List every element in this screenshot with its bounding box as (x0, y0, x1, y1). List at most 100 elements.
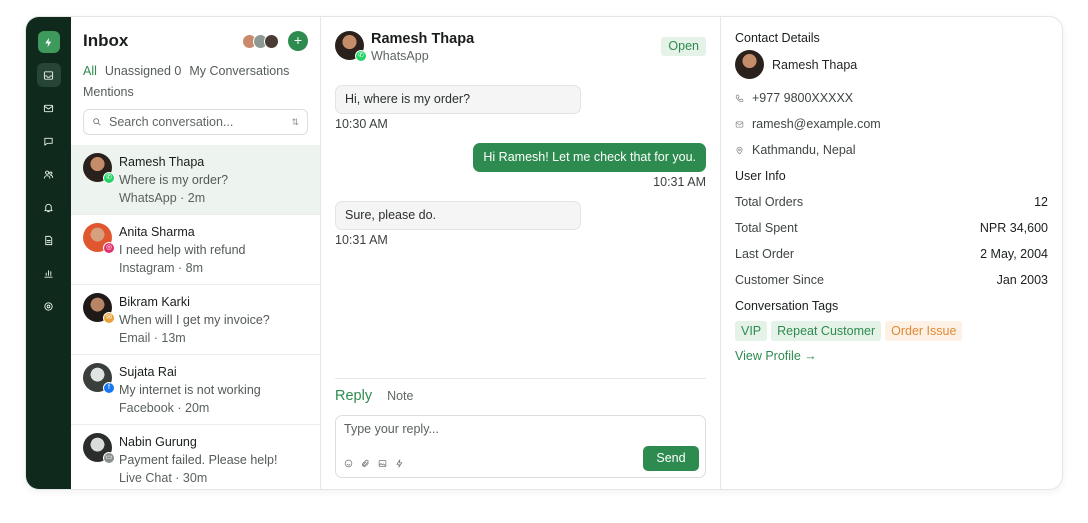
contact-email: ramesh@example.com (735, 111, 1048, 137)
stat-label: Customer Since (735, 273, 824, 287)
app-logo[interactable] (37, 31, 60, 53)
conversation-preview: My internet is not working (119, 383, 261, 397)
message-time: 10:31 AM (653, 175, 706, 189)
team-avatars: + (242, 31, 308, 51)
conversation-name: Bikram Karki (119, 295, 190, 309)
contact-details-heading: Contact Details (735, 31, 820, 45)
chat-header: ✆ Ramesh Thapa WhatsApp Open (335, 31, 706, 65)
user-info-heading: User Info (735, 169, 786, 183)
instagram-icon: ◎ (103, 242, 115, 254)
send-button[interactable]: Send (643, 446, 699, 471)
conversation-tags-heading: Conversation Tags (735, 299, 839, 313)
conversation-meta: WhatsApp · 2m (119, 191, 206, 205)
tag-vip[interactable]: VIP (735, 321, 768, 341)
stat-row: Customer Since Jan 2003 (735, 267, 1048, 293)
inbox-title: Inbox (83, 31, 129, 50)
list-item[interactable]: f Sujata Rai My internet is not working … (71, 355, 320, 425)
stat-row: Last Order 2 May, 2004 (735, 241, 1048, 267)
chat-icon (44, 137, 53, 146)
conversation-name: Anita Sharma (119, 225, 195, 239)
avatar (735, 50, 764, 79)
nav-mail[interactable] (37, 96, 61, 120)
search-input[interactable]: Search conversation... ⇅ (83, 109, 308, 135)
conversation-meta: Live Chat · 30m (119, 471, 208, 485)
conversation-meta: Instagram · 8m (119, 261, 204, 275)
inbox-icon (43, 70, 54, 80)
list-item[interactable]: ✉ Bikram Karki When will I get my invoic… (71, 285, 320, 355)
attachment-icon[interactable] (361, 459, 370, 468)
conversation-preview: Where is my order? (119, 173, 229, 187)
facebook-icon: f (103, 382, 115, 394)
chat-contact-name: Ramesh Thapa (371, 31, 475, 47)
conversation-name: Sujata Rai (119, 365, 177, 379)
image-icon[interactable] (378, 459, 387, 468)
view-profile-link[interactable]: View Profile → (735, 349, 1048, 363)
tab-note[interactable]: Note (387, 389, 413, 403)
filter-tabs: All Unassigned 0 My Conversations Mentions (83, 61, 308, 103)
mail-icon (43, 104, 54, 112)
emoji-icon[interactable] (344, 459, 353, 468)
conversation-preview: I need help with refund (119, 243, 246, 257)
message-time: 10:31 AM (335, 233, 388, 247)
lightning-icon[interactable] (395, 459, 404, 468)
conversation-name: Nabin Gurung (119, 435, 197, 449)
filter-mentions[interactable]: Mentions (83, 85, 134, 99)
conversation-preview: Payment failed. Please help! (119, 453, 278, 467)
filter-my-conversations[interactable]: My Conversations (189, 64, 289, 78)
nav-documents[interactable] (37, 228, 61, 252)
nav-notifications[interactable] (37, 195, 61, 219)
stat-row: Total Orders 12 (735, 189, 1048, 215)
live-chat-icon: ▭ (103, 452, 115, 464)
list-item[interactable]: ◎ Anita Sharma I need help with refund I… (71, 215, 320, 285)
contact-name: Ramesh Thapa (772, 57, 858, 72)
search-icon (93, 118, 101, 126)
conversation-name: Ramesh Thapa (119, 155, 205, 169)
document-icon (45, 235, 53, 245)
phone-value: +977 9800XXXXX (752, 91, 854, 105)
filter-all[interactable]: All (83, 64, 97, 78)
settings-icon (44, 301, 53, 311)
stat-value: Jan 2003 (996, 273, 1048, 287)
nav-chat[interactable] (37, 129, 61, 153)
users-icon (43, 170, 54, 179)
nav-inbox[interactable] (36, 63, 61, 87)
tag-list: VIP Repeat Customer Order Issue (735, 321, 1048, 342)
filter-icon[interactable]: ⇅ (291, 117, 299, 128)
stat-label: Last Order (735, 247, 795, 261)
search-placeholder: Search conversation... (109, 115, 234, 129)
conversation-meta: Facebook · 20m (119, 401, 210, 415)
chart-icon (44, 269, 53, 278)
stat-row: Total Spent NPR 34,600 (735, 215, 1048, 241)
reply-input[interactable]: Type your reply... Send (335, 415, 706, 478)
tag-repeat-customer[interactable]: Repeat Customer (771, 321, 882, 341)
stat-value: 12 (1034, 195, 1048, 209)
contact-summary: Ramesh Thapa (735, 50, 1048, 79)
bell-icon (44, 203, 53, 212)
email-value: ramesh@example.com (752, 117, 881, 131)
stat-value: 2 May, 2004 (980, 247, 1048, 261)
tab-reply[interactable]: Reply (335, 388, 372, 404)
avatar (264, 33, 279, 49)
whatsapp-icon: ✆ (103, 172, 115, 184)
tag-order-issue[interactable]: Order Issue (885, 321, 963, 341)
contact-location: Kathmandu, Nepal (735, 137, 1048, 163)
nav-users[interactable] (37, 162, 61, 186)
conversation-list: ✆ Ramesh Thapa Where is my order? WhatsA… (71, 145, 320, 489)
nav-reports[interactable] (37, 261, 61, 285)
message-outgoing: Hi Ramesh! Let me check that for you. (473, 143, 706, 172)
add-conversation-button[interactable]: + (288, 31, 308, 51)
filter-unassigned[interactable]: Unassigned 0 (105, 64, 181, 78)
list-item[interactable]: ▭ Nabin Gurung Payment failed. Please he… (71, 425, 320, 489)
reply-area: Reply Note Type your reply... Send (335, 378, 706, 478)
chat-channel: WhatsApp (371, 49, 429, 63)
list-item[interactable]: ✆ Ramesh Thapa Where is my order? WhatsA… (71, 145, 320, 215)
message-time: 10:30 AM (335, 117, 388, 131)
mail-icon (735, 121, 744, 127)
stat-label: Total Spent (735, 221, 798, 235)
message-incoming: Hi, where is my order? (335, 85, 581, 114)
stat-label: Total Orders (735, 195, 804, 209)
conversation-list-panel: Inbox + All Unassigned 0 My Conversations M… (71, 17, 321, 489)
stat-value: NPR 34,600 (979, 221, 1048, 235)
nav-settings[interactable] (37, 294, 61, 318)
status-badge[interactable]: Open (661, 37, 706, 56)
